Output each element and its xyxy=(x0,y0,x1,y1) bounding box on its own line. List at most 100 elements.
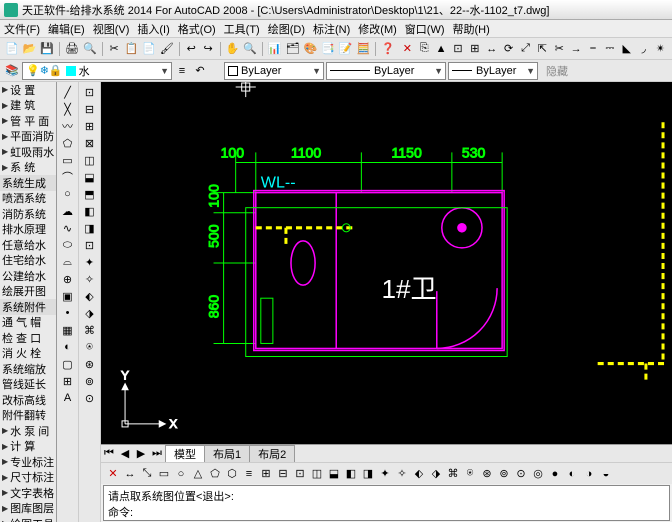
break-icon[interactable]: ⎯ xyxy=(586,41,601,57)
tab-next-icon[interactable]: ▶ xyxy=(133,447,149,460)
bt-icon[interactable]: ✦ xyxy=(377,466,393,482)
bt-icon[interactable]: ✕ xyxy=(105,466,121,482)
hatch-icon[interactable]: ▦ xyxy=(60,322,76,338)
sidebar-item[interactable]: 通 气 帽 xyxy=(0,315,56,331)
bt-icon[interactable]: ⍟ xyxy=(462,466,478,482)
sidebar-item[interactable]: 改标高线 xyxy=(0,392,56,408)
bt-icon[interactable]: ⬓ xyxy=(326,466,342,482)
linetype-combo[interactable]: ByLayer ▼ xyxy=(326,62,446,80)
save-icon[interactable]: 💾 xyxy=(39,41,55,57)
sidebar-item[interactable]: 公建给水 xyxy=(0,268,56,284)
spline-icon[interactable]: ∿ xyxy=(60,220,76,236)
color-combo[interactable]: ByLayer ▼ xyxy=(224,62,324,80)
menu-draw[interactable]: 绘图(D) xyxy=(268,21,305,37)
table-icon[interactable]: ⊞ xyxy=(60,373,76,389)
tool12-icon[interactable]: ✧ xyxy=(82,271,98,287)
menu-format[interactable]: 格式(O) xyxy=(178,21,216,37)
point-icon[interactable]: • xyxy=(60,305,76,321)
move-icon[interactable]: ↔ xyxy=(484,41,499,57)
menu-dim[interactable]: 标注(N) xyxy=(313,21,350,37)
tab-layout2[interactable]: 布局2 xyxy=(249,445,295,462)
fillet-icon[interactable]: ◞ xyxy=(636,41,651,57)
markup-icon[interactable]: 📝 xyxy=(338,41,354,57)
sidebar-item[interactable]: 喷洒系统 xyxy=(0,191,56,207)
rect-icon[interactable]: ▭ xyxy=(60,152,76,168)
bt-icon[interactable]: ◑ xyxy=(581,466,597,482)
bt-icon[interactable]: ⌘ xyxy=(445,466,461,482)
tab-prev-icon[interactable]: ◀ xyxy=(117,447,133,460)
bt-icon[interactable]: ○ xyxy=(173,466,189,482)
sidebar-item[interactable]: 附件翻转 xyxy=(0,408,56,424)
arc-icon[interactable]: ⌒ xyxy=(60,169,76,185)
sidebar-item[interactable]: 消 火 栓 xyxy=(0,346,56,362)
cut-icon[interactable]: ✂ xyxy=(107,41,122,57)
bt-icon[interactable]: ◫ xyxy=(309,466,325,482)
hide-label[interactable]: 隐藏 xyxy=(546,63,568,79)
layers-icon[interactable]: ≡ xyxy=(174,63,190,79)
ellipsearc-icon[interactable]: ⌓ xyxy=(60,254,76,270)
menu-window[interactable]: 窗口(W) xyxy=(405,21,445,37)
tab-last-icon[interactable]: ⏭ xyxy=(149,447,165,460)
draw-toolbar[interactable]: ╱ ╳ 〰 ⬠ ▭ ⌒ ○ ☁ ∿ ⬭ ⌓ ⊕ ▣ • ▦ ◐ ▢ ⊞ A xyxy=(57,82,79,522)
command-line[interactable]: 请点取系统图位置<退出>: 命令: xyxy=(103,485,670,521)
tool6-icon[interactable]: ⬓ xyxy=(82,169,98,185)
bt-icon[interactable]: ◐ xyxy=(564,466,580,482)
rotate-icon[interactable]: ⟳ xyxy=(501,41,516,57)
sidebar-item[interactable]: 图库图层 xyxy=(0,501,56,517)
pline-icon[interactable]: 〰 xyxy=(60,118,76,134)
circle-icon[interactable]: ○ xyxy=(60,186,76,202)
layer-toolbar[interactable]: 📚 💡❄🔒 水 ▼ ≡ ↶ ByLayer ▼ ByLayer ▼ ByLaye… xyxy=(0,60,672,82)
offset-icon[interactable]: ⊡ xyxy=(451,41,466,57)
draw-toolbar2[interactable]: ⊡ ⊟ ⊞ ⊠ ◫ ⬓ ⬒ ◧ ◨ ⊡ ✦ ✧ ⬖ ⬗ ⌘ ⍟ ⊛ ⊚ ⊙ xyxy=(79,82,101,522)
redo-icon[interactable]: ↪ xyxy=(201,41,216,57)
bt-icon[interactable]: ↔ xyxy=(122,466,138,482)
join-icon[interactable]: ⎓ xyxy=(602,41,617,57)
sidebar-item[interactable]: 管线延长 xyxy=(0,377,56,393)
sidebar-item[interactable]: 文字表格 xyxy=(0,485,56,501)
preview-icon[interactable]: 🔍 xyxy=(82,41,98,57)
tab-first-icon[interactable]: ⏮ xyxy=(101,447,117,460)
sidebar-item[interactable]: 检 查 口 xyxy=(0,330,56,346)
sidebar-item[interactable]: 系统附件 xyxy=(0,299,56,315)
sidebar-item[interactable]: 虹吸雨水 xyxy=(0,144,56,160)
sidebar-item[interactable]: 管 平 面 xyxy=(0,113,56,129)
menu-tools[interactable]: 工具(T) xyxy=(224,21,260,37)
sidebar-item[interactable]: 水 泵 间 xyxy=(0,423,56,439)
block-icon[interactable]: ▣ xyxy=(60,288,76,304)
ellipse-icon[interactable]: ⬭ xyxy=(60,237,76,253)
tool4-icon[interactable]: ⊠ xyxy=(82,135,98,151)
bt-icon[interactable]: ◎ xyxy=(530,466,546,482)
trim-icon[interactable]: ✂ xyxy=(552,41,567,57)
layer-combo[interactable]: 💡❄🔒 水 ▼ xyxy=(22,62,172,80)
calc-icon[interactable]: 🧮 xyxy=(356,41,372,57)
bt-icon[interactable]: ● xyxy=(547,466,563,482)
open-icon[interactable]: 📂 xyxy=(22,41,38,57)
sidebar-item[interactable]: 设 置 xyxy=(0,82,56,98)
extend-icon[interactable]: → xyxy=(569,41,584,57)
bt-icon[interactable]: ⊡ xyxy=(292,466,308,482)
mtext-icon[interactable]: A xyxy=(60,390,76,406)
bt-icon[interactable]: ⊛ xyxy=(479,466,495,482)
copy-icon[interactable]: 📋 xyxy=(124,41,140,57)
scale-icon[interactable]: ⤢ xyxy=(518,41,533,57)
bt-icon[interactable]: ⊙ xyxy=(513,466,529,482)
tool15-icon[interactable]: ⌘ xyxy=(82,322,98,338)
standard-toolbar[interactable]: 📄 📂 💾 🖨 🔍 ✂ 📋 📄 🖌 ↩ ↪ ✋ 🔍 📊 🗂 🎨 📑 📝 🧮 ❓ … xyxy=(0,38,672,60)
layer-prev-icon[interactable]: ↶ xyxy=(192,63,208,79)
tool19-icon[interactable]: ⊙ xyxy=(82,390,98,406)
bt-icon[interactable]: ⬗ xyxy=(428,466,444,482)
bt-icon[interactable]: ◒ xyxy=(598,466,614,482)
sidebar-item[interactable]: 任意给水 xyxy=(0,237,56,253)
region-icon[interactable]: ▢ xyxy=(60,356,76,372)
bt-icon[interactable]: ⊟ xyxy=(275,466,291,482)
sidebar-item[interactable]: 排水原理 xyxy=(0,222,56,238)
tool14-icon[interactable]: ⬗ xyxy=(82,305,98,321)
help-icon[interactable]: ❓ xyxy=(380,41,396,57)
insert-icon[interactable]: ⊕ xyxy=(60,271,76,287)
sidebar-item[interactable]: 计 算 xyxy=(0,439,56,455)
bt-icon[interactable]: △ xyxy=(190,466,206,482)
mirror-icon[interactable]: ▲ xyxy=(434,41,449,57)
lineweight-combo[interactable]: ByLayer ▼ xyxy=(448,62,538,80)
tool18-icon[interactable]: ⊚ xyxy=(82,373,98,389)
revcloud-icon[interactable]: ☁ xyxy=(60,203,76,219)
